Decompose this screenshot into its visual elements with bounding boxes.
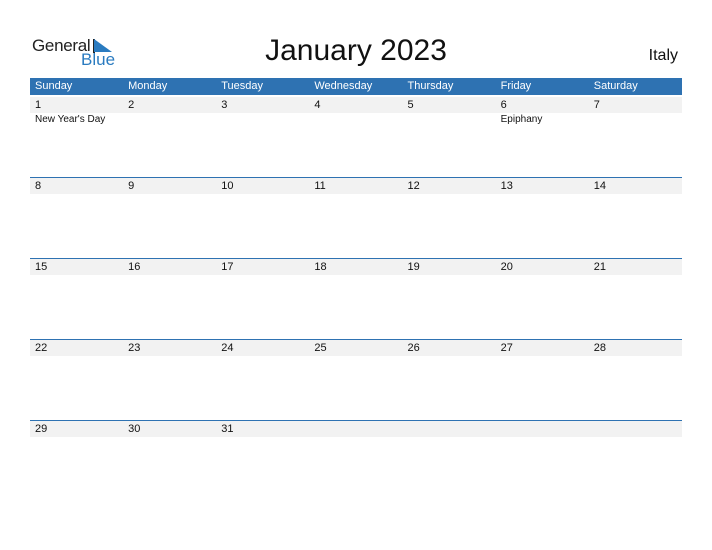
weekday-wednesday: Wednesday: [314, 80, 373, 92]
day-number: 7: [593, 99, 600, 111]
day-number: 18: [314, 261, 327, 273]
weekday-sunday: Sunday: [35, 80, 73, 92]
day-number: 28: [593, 342, 606, 354]
day-number: 15: [35, 261, 48, 273]
day-number: [496, 421, 589, 437]
weekday-monday: Monday: [128, 80, 168, 92]
holiday-label: New Year's Day: [35, 114, 106, 125]
day-number: 23: [128, 342, 141, 354]
day-number: 26: [407, 342, 420, 354]
date-row: 1 2 3 4 5 6 7: [30, 97, 682, 113]
date-row: 15 16 17 18 19 20 21: [30, 258, 682, 275]
day-number: 29: [35, 423, 48, 435]
holiday-label: [309, 113, 402, 127]
week-row: 1 2 3 4 5 6 7 New Year's Day Epiphany: [30, 97, 682, 178]
day-number: 5: [407, 99, 414, 111]
day-number: 21: [593, 261, 606, 273]
week-row: 29 30 31: [30, 420, 682, 501]
week-row: 22 23 24 25 26 27 28: [30, 339, 682, 420]
day-number: 11: [314, 180, 326, 192]
day-number: 17: [221, 261, 234, 273]
day-number: 2: [128, 99, 135, 111]
day-number: 16: [128, 261, 141, 273]
week-row: 15 16 17 18 19 20 21: [30, 258, 682, 339]
day-number: 4: [314, 99, 321, 111]
weekday-friday: Friday: [500, 80, 532, 92]
holiday-label: [216, 113, 309, 127]
day-number: 19: [407, 261, 420, 273]
date-row: 29 30 31: [30, 420, 682, 437]
page-title: January 2023: [265, 34, 447, 67]
day-number: 14: [593, 180, 606, 192]
day-number: 8: [35, 180, 42, 192]
day-number: [309, 421, 402, 437]
day-number: [403, 421, 496, 437]
day-number: 24: [221, 342, 234, 354]
day-number: 3: [221, 99, 228, 111]
day-number: 30: [128, 423, 141, 435]
weekday-tuesday: Tuesday: [221, 80, 264, 92]
day-number: 10: [221, 180, 234, 192]
holiday-label: Epiphany: [500, 114, 543, 125]
day-number: 6: [500, 99, 507, 111]
day-number: 1: [35, 99, 42, 111]
holiday-label: [403, 113, 496, 127]
day-number: 13: [500, 180, 513, 192]
day-number: 9: [128, 180, 135, 192]
weekday-header: Sunday Monday Tuesday Wednesday Thursday…: [30, 78, 682, 95]
holiday-label: [123, 113, 216, 127]
holiday-label: [589, 113, 682, 127]
holiday-row: New Year's Day Epiphany: [30, 113, 682, 127]
weekday-saturday: Saturday: [593, 80, 638, 92]
day-number: 22: [35, 342, 48, 354]
day-number: 20: [500, 261, 513, 273]
date-row: 8 9 10 11 12 13 14: [30, 177, 682, 194]
weekday-thursday: Thursday: [407, 80, 454, 92]
day-number: 12: [407, 180, 420, 192]
week-row: 8 9 10 11 12 13 14: [30, 177, 682, 258]
day-number: 25: [314, 342, 327, 354]
day-number: [589, 421, 682, 437]
day-number: 27: [500, 342, 513, 354]
country-label: Italy: [648, 47, 678, 64]
calendar-grid: Sunday Monday Tuesday Wednesday Thursday…: [30, 78, 682, 437]
date-row: 22 23 24 25 26 27 28: [30, 339, 682, 356]
day-number: 31: [221, 423, 234, 435]
